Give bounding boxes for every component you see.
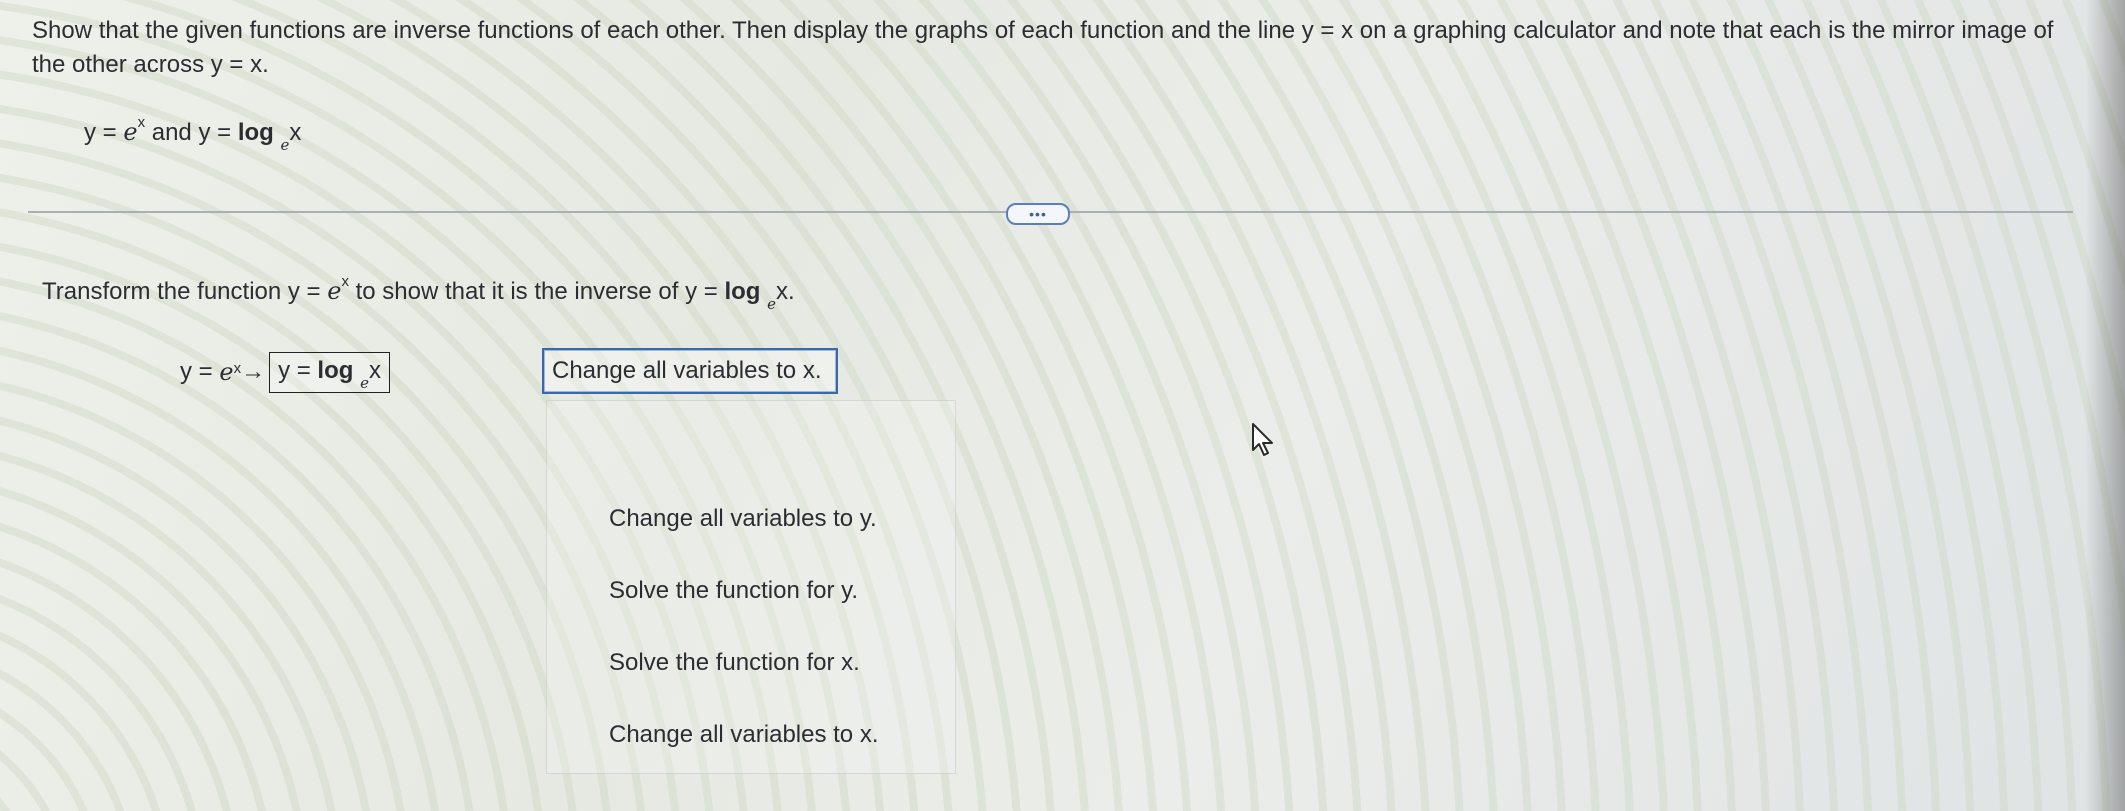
- select-selected-value: Change all variables to x.: [552, 357, 822, 384]
- prompt-exponent: x: [341, 273, 349, 290]
- dropdown-menu: Change all variables to y. Solve the fun…: [546, 400, 956, 774]
- answer-log: log: [317, 357, 354, 384]
- step-prompt: Transform the function y = ex to show th…: [42, 273, 795, 313]
- dropdown-option-solve-for-x[interactable]: Solve the function for x.: [609, 649, 860, 677]
- prompt-text-mid: to show that it is the inverse of y =: [348, 278, 725, 305]
- answer-box[interactable]: y = log ex: [269, 352, 390, 393]
- function-f-lhs: y =: [84, 119, 124, 146]
- dropdown-option-change-to-y[interactable]: Change all variables to y.: [609, 505, 877, 533]
- prompt-text-pre: Transform the function y =: [42, 278, 328, 305]
- dropdown-option-solve-for-y[interactable]: Solve the function for y.: [609, 577, 858, 605]
- function-f-exponent: x: [137, 114, 146, 131]
- function-g-arg: x: [289, 119, 302, 146]
- answer-arg: x: [368, 357, 381, 384]
- given-functions: y = ex and y = log ex: [84, 114, 302, 154]
- function-f-base: e: [123, 118, 138, 146]
- functions-connector: and: [145, 119, 199, 146]
- prompt-text-post: x.: [776, 278, 795, 305]
- transform-equation: y = e x → y = log ex: [180, 352, 390, 393]
- answer-lhs: y =: [278, 357, 318, 384]
- prompt-log: log: [724, 278, 761, 305]
- arrow-icon: →: [241, 358, 266, 386]
- equation-lhs: y =: [180, 358, 220, 386]
- screen-edge-shadow: [2085, 0, 2125, 811]
- equation-exponent: x: [233, 359, 242, 377]
- function-g-log: log: [237, 119, 274, 146]
- function-g-lhs: y =: [198, 119, 238, 146]
- expand-more-button[interactable]: •••: [1006, 203, 1070, 225]
- prompt-base: e: [327, 277, 342, 305]
- answer-log-base: e: [360, 373, 369, 392]
- dropdown-option-change-to-x[interactable]: Change all variables to x.: [609, 721, 878, 749]
- question-instructions: Show that the given functions are invers…: [32, 17, 2054, 78]
- prompt-log-base: e: [767, 294, 777, 313]
- equation-base: e: [219, 358, 234, 387]
- function-g-base: e: [280, 135, 290, 154]
- step-select-dropdown[interactable]: Change all variables to x.: [542, 348, 838, 394]
- mouse-pointer-icon: [1252, 423, 1273, 456]
